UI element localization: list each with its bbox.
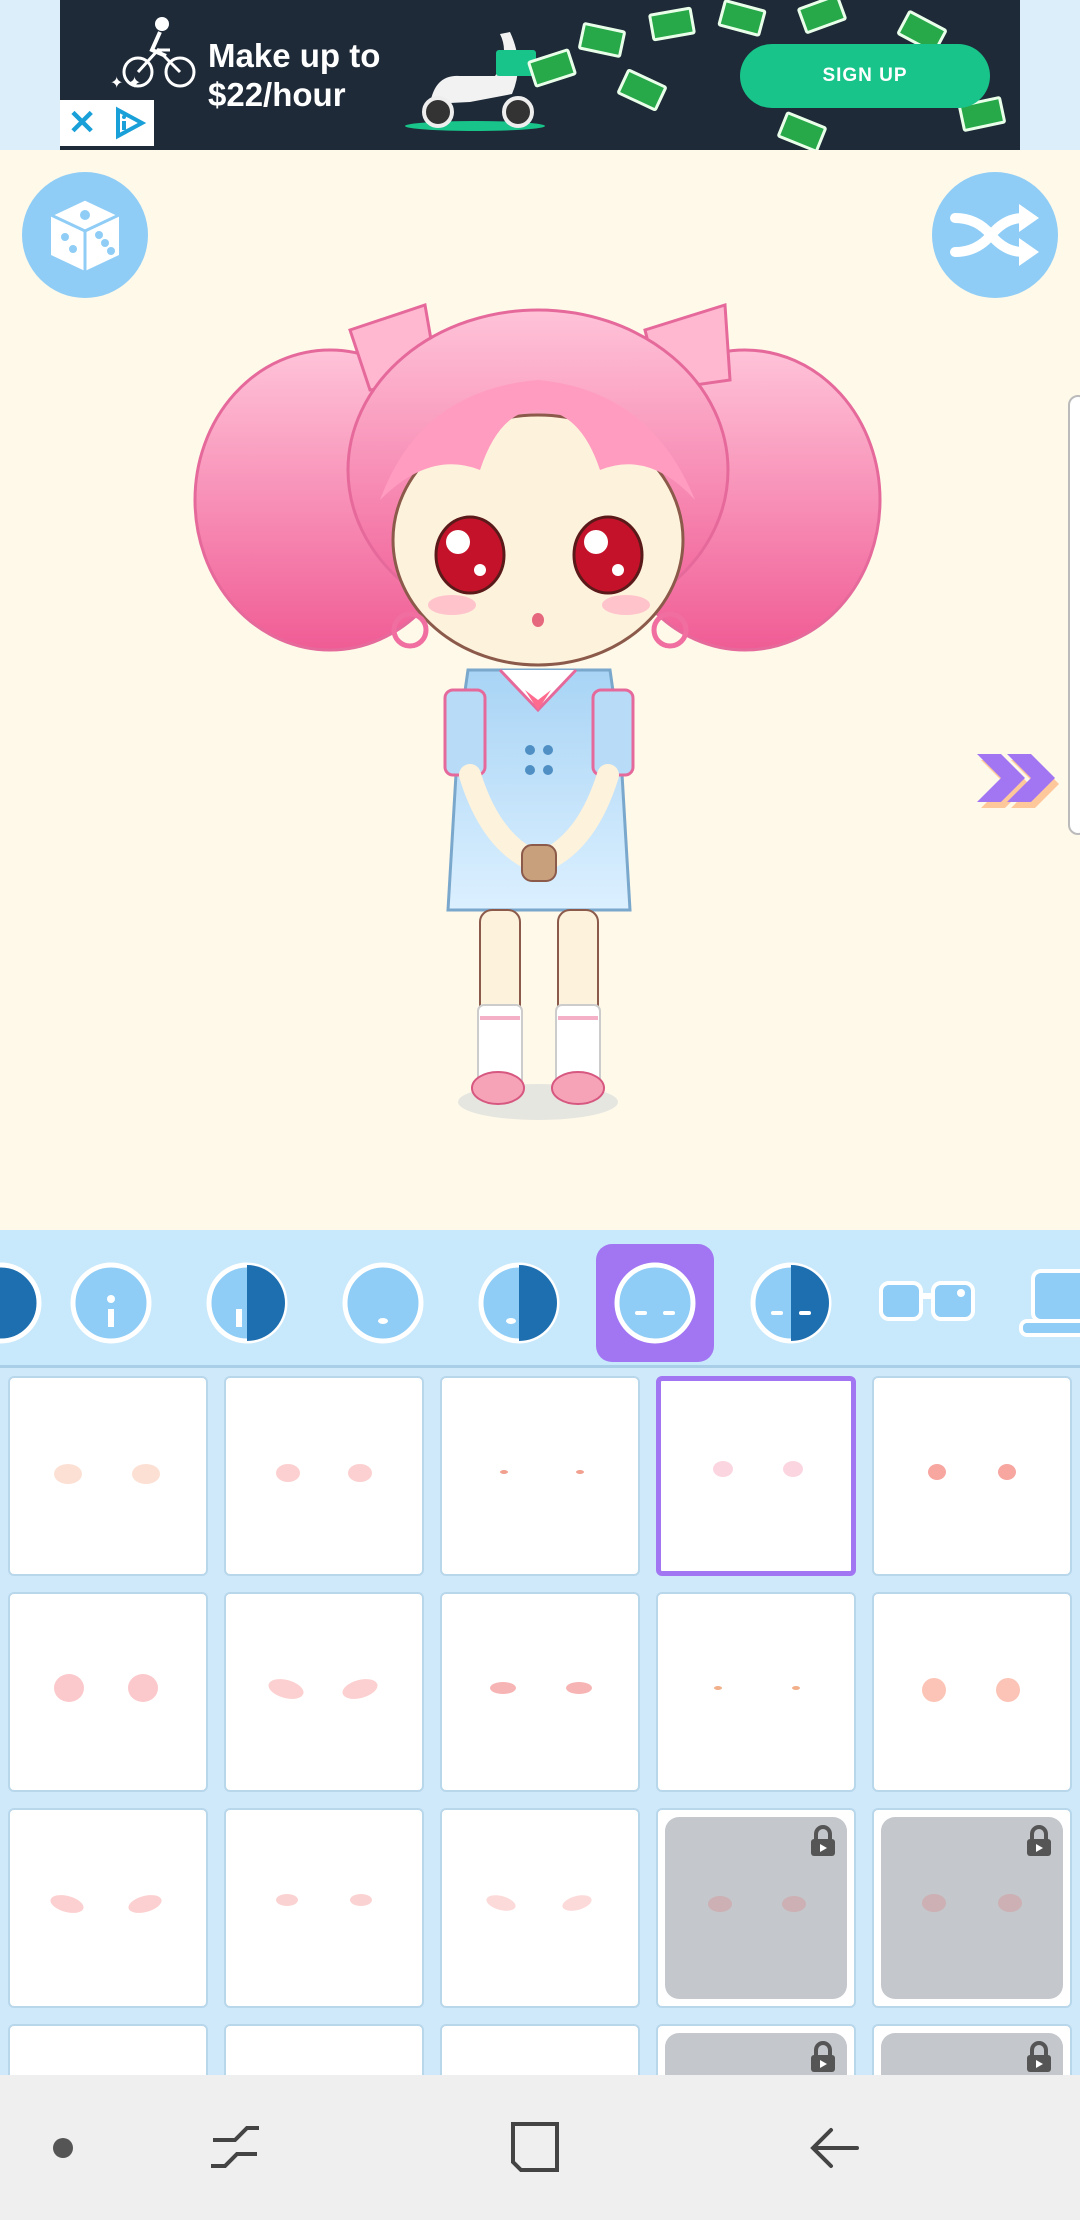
grid-item-8[interactable] xyxy=(440,1592,640,1792)
grid-item-11[interactable] xyxy=(8,1808,208,2008)
grid-item-9[interactable] xyxy=(656,1592,856,1792)
character-canvas xyxy=(0,150,1080,1230)
grid-item-17[interactable] xyxy=(224,2024,424,2075)
glasses-icon xyxy=(879,1281,975,1321)
nav-back-button[interactable] xyxy=(790,2075,880,2220)
face-half-eye-icon xyxy=(206,1262,288,1344)
side-drawer-handle[interactable] xyxy=(1068,395,1080,835)
chibi-character xyxy=(193,303,882,1120)
ad-choices-badge[interactable]: ✕ xyxy=(60,100,154,146)
ad-banner-area: ✦ ✦ Make up to $22/hour SIGN UP ✕ xyxy=(0,0,1080,150)
nav-recents-button[interactable] xyxy=(190,2075,280,2220)
face-mouth-icon xyxy=(342,1262,424,1344)
category-blush[interactable] xyxy=(596,1244,714,1362)
face-eye-icon xyxy=(70,1262,152,1344)
lock-icon xyxy=(811,1825,835,1856)
grid-item-2[interactable] xyxy=(224,1376,424,1576)
grid-item-5[interactable] xyxy=(872,1376,1072,1576)
ad-banner[interactable]: ✦ ✦ Make up to $22/hour SIGN UP ✕ xyxy=(60,0,1020,150)
svg-text:✦ ✦: ✦ ✦ xyxy=(110,75,141,92)
ad-signup-button[interactable]: SIGN UP xyxy=(740,44,990,108)
shuffle-icon xyxy=(950,204,1039,266)
grid-item-10[interactable] xyxy=(872,1592,1072,1792)
lock-icon xyxy=(1027,2041,1051,2072)
category-mouth[interactable] xyxy=(324,1244,442,1362)
grid-item-16[interactable] xyxy=(8,2024,208,2075)
lock-icon xyxy=(811,2041,835,2072)
grid-item-7[interactable] xyxy=(224,1592,424,1792)
random-button[interactable] xyxy=(22,172,148,298)
grid-item-13[interactable] xyxy=(440,1808,640,2008)
bike-rider-icon: ✦ ✦ xyxy=(110,17,196,92)
nav-home-button[interactable] xyxy=(490,2075,580,2220)
ad-close-icon[interactable]: ✕ xyxy=(68,106,97,140)
category-computer[interactable] xyxy=(1004,1244,1080,1362)
scooter-icon xyxy=(405,32,545,131)
category-glasses[interactable] xyxy=(868,1244,986,1362)
grid-item-4-selected[interactable] xyxy=(656,1376,856,1576)
double-chevron-right-icon[interactable] xyxy=(975,750,1065,820)
ad-headline-line1: Make up to xyxy=(208,37,381,74)
grid-item-1[interactable] xyxy=(8,1376,208,1576)
category-half-eyes[interactable] xyxy=(188,1244,306,1362)
ad-headline-line2: $22/hour xyxy=(208,76,346,113)
grid-item-14-locked[interactable] xyxy=(656,1808,856,2008)
lock-icon xyxy=(1027,1825,1051,1856)
grid-item-18[interactable] xyxy=(440,2024,640,2075)
category-half-blush[interactable] xyxy=(732,1244,850,1362)
face-half-blush-icon xyxy=(750,1262,832,1344)
dice-icon xyxy=(47,197,123,271)
ad-headline: Make up to $22/hour xyxy=(208,36,380,114)
nav-dot-button[interactable] xyxy=(30,2075,96,2220)
face-partial-icon xyxy=(0,1262,42,1344)
grid-item-20-locked[interactable] xyxy=(872,2024,1072,2075)
grid-item-15-locked[interactable] xyxy=(872,1808,1072,2008)
recents-icon xyxy=(211,2125,259,2168)
grid-item-3[interactable] xyxy=(440,1376,640,1576)
shuffle-button[interactable] xyxy=(932,172,1058,298)
grid-item-12[interactable] xyxy=(224,1808,424,2008)
back-arrow-icon xyxy=(810,2127,859,2168)
face-half-mouth-icon xyxy=(478,1262,560,1344)
face-blush-icon xyxy=(614,1262,696,1344)
blush-item-grid[interactable] xyxy=(0,1368,1080,2075)
system-nav-bar xyxy=(0,2075,1080,2220)
computer-icon xyxy=(1019,1269,1080,1337)
category-partial[interactable] xyxy=(0,1244,60,1362)
dot-icon xyxy=(53,2137,73,2158)
home-icon xyxy=(511,2121,559,2172)
category-eyes[interactable] xyxy=(52,1244,170,1362)
category-half-mouth[interactable] xyxy=(460,1244,578,1362)
grid-item-19-locked[interactable] xyxy=(656,2024,856,2075)
grid-item-6[interactable] xyxy=(8,1592,208,1792)
ad-choices-icon[interactable] xyxy=(112,106,147,140)
category-strip[interactable] xyxy=(0,1230,1080,1368)
